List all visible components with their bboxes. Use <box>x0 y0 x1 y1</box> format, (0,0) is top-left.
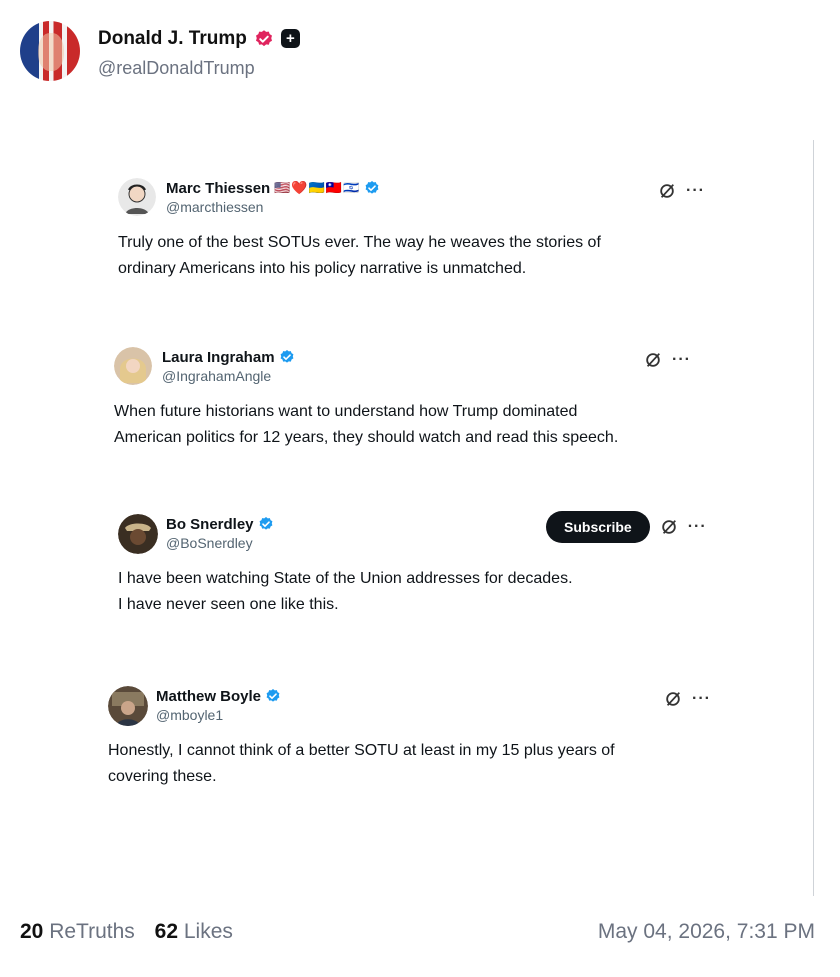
tweet-author-handle: @mboyle1 <box>156 707 224 723</box>
author-name[interactable]: Donald J. Trump <box>98 28 247 50</box>
more-options-icon: ··· <box>686 182 705 199</box>
tweet-card: Bo Snerdley @BoSnerdley Subscribe ··· I … <box>118 511 718 618</box>
tweet-text: Honestly, I cannot think of a better SOT… <box>108 742 615 785</box>
quoted-image[interactable]: Marc Thiessen 🇺🇸❤️🇺🇦🇹🇼🇮🇱 @marcthiessen ·… <box>92 140 814 896</box>
grok-icon <box>661 520 676 534</box>
post-footer: 20 ReTruths 62 Likes May 04, 2026, 7:31 … <box>20 920 815 944</box>
retruths-label[interactable]: ReTruths <box>49 920 135 943</box>
more-options-icon: ··· <box>692 690 711 707</box>
verified-badge-icon <box>259 517 272 530</box>
verified-badge-icon <box>255 29 272 46</box>
tweet-author-name: Bo Snerdley <box>166 515 254 533</box>
tweet-author-handle: @marcthiessen <box>166 199 264 215</box>
engagement-stats: 20 ReTruths 62 Likes <box>20 920 247 944</box>
tweet-card: Marc Thiessen 🇺🇸❤️🇺🇦🇹🇼🇮🇱 @marcthiessen ·… <box>118 176 718 282</box>
tweet-author-name: Laura Ingraham <box>162 348 275 366</box>
tweet-text: I have been watching State of the Union … <box>118 570 573 613</box>
tweet-avatar <box>108 686 148 726</box>
plus-badge-icon: + <box>280 29 300 48</box>
post-timestamp[interactable]: May 04, 2026, 7:31 PM <box>598 920 815 944</box>
post-header: Donald J. Trump + @realDonaldTrump <box>20 20 300 82</box>
profile-flags: 🇺🇸❤️🇺🇦🇹🇼🇮🇱 <box>274 180 361 195</box>
author-avatar[interactable] <box>20 21 80 81</box>
tweet-author-handle: @IngrahamAngle <box>162 368 272 384</box>
tweet-text: When future historians want to understan… <box>114 403 619 446</box>
verified-badge-icon <box>365 181 379 194</box>
tweet-card: Laura Ingraham @IngrahamAngle ··· When f… <box>114 345 714 451</box>
subscribe-button: Subscribe <box>546 511 650 543</box>
retruths-count[interactable]: 20 <box>20 920 43 943</box>
tweet-avatar <box>114 347 152 385</box>
likes-label[interactable]: Likes <box>184 920 233 943</box>
tweet-author-name: Marc Thiessen <box>166 179 271 197</box>
author-handle[interactable]: @realDonaldTrump <box>98 58 300 79</box>
verified-badge-icon <box>280 350 293 363</box>
more-options-icon: ··· <box>687 518 707 535</box>
grok-icon <box>666 692 680 706</box>
tweet-avatar <box>118 514 158 554</box>
verified-badge-icon <box>266 689 280 702</box>
tweet-card: Matthew Boyle @mboyle1 ··· Honestly, I c… <box>108 684 711 790</box>
likes-count[interactable]: 62 <box>155 920 178 943</box>
tweet-text: Truly one of the best SOTUs ever. The wa… <box>118 234 601 277</box>
more-options-icon: ··· <box>672 351 691 368</box>
tweet-author-name: Matthew Boyle <box>156 687 262 705</box>
tweet-author-handle: @BoSnerdley <box>166 535 253 551</box>
author-info: Donald J. Trump + @realDonaldTrump <box>98 24 300 79</box>
grok-icon <box>660 184 674 198</box>
grok-icon <box>646 353 660 367</box>
tweet-avatar <box>118 178 156 216</box>
